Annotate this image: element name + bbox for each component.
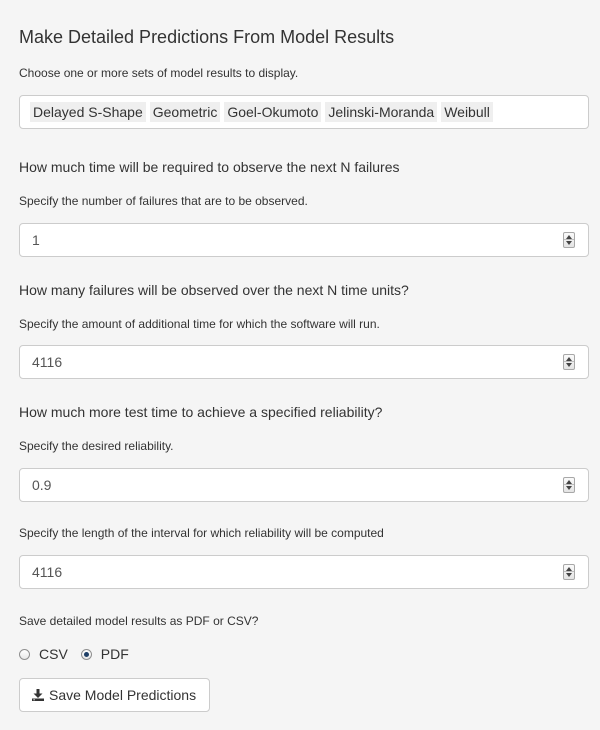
model-chip[interactable]: Geometric [149, 102, 221, 122]
panel-title: Make Detailed Predictions From Model Res… [19, 27, 395, 47]
save-predictions-button[interactable]: Save Model Predictions [19, 678, 210, 712]
failures-count-spinner[interactable] [563, 232, 575, 248]
save-format-radio-group: CSV PDF [19, 644, 142, 664]
spinner-down-icon[interactable] [566, 573, 572, 577]
spinner-down-icon[interactable] [566, 486, 572, 490]
pdf-radio[interactable] [80, 648, 92, 660]
interval-label: Specify the length of the interval for w… [19, 526, 384, 540]
spinner-down-icon[interactable] [566, 241, 572, 245]
download-icon [32, 689, 44, 701]
interval-spinner[interactable] [563, 564, 575, 580]
reliability-spinner[interactable] [563, 477, 575, 493]
model-chip[interactable]: Delayed S-Shape [30, 102, 146, 122]
model-chip[interactable]: Weibull [441, 102, 493, 122]
additional-time-input[interactable] [32, 346, 552, 378]
reliability-input-box [19, 468, 589, 502]
model-chip[interactable]: Goel-Okumoto [224, 102, 322, 122]
failures-count-input[interactable] [32, 224, 552, 256]
model-chip[interactable]: Jelinski-Moranda [325, 102, 438, 122]
prediction-panel: Make Detailed Predictions From Model Res… [0, 0, 600, 730]
save-predictions-button-label: Save Model Predictions [49, 687, 197, 703]
failures-count-input-box [19, 223, 589, 257]
csv-radio-label[interactable]: CSV [39, 646, 68, 662]
model-multiselect[interactable]: Delayed S-Shape Geometric Goel-Okumoto J… [19, 95, 589, 129]
interval-input-box [19, 555, 589, 589]
interval-input[interactable] [32, 556, 552, 588]
reliability-label: Specify the desired reliability. [19, 439, 174, 453]
save-format-label: Save detailed model results as PDF or CS… [19, 614, 259, 628]
csv-radio[interactable] [19, 648, 30, 660]
pdf-radio-label[interactable]: PDF [101, 646, 129, 662]
additional-time-input-box [19, 345, 589, 379]
additional-time-label: Specify the amount of additional time fo… [19, 317, 380, 331]
model-select-label: Choose one or more sets of model results… [19, 66, 299, 80]
reliability-input[interactable] [32, 469, 552, 501]
time-to-failures-heading: How much time will be required to observ… [19, 159, 400, 175]
failures-count-label: Specify the number of failures that are … [19, 194, 308, 208]
spinner-down-icon[interactable] [566, 363, 572, 367]
reliability-heading: How much more test time to achieve a spe… [19, 404, 383, 420]
failures-over-time-heading: How many failures will be observed over … [19, 282, 409, 298]
additional-time-spinner[interactable] [563, 354, 575, 370]
